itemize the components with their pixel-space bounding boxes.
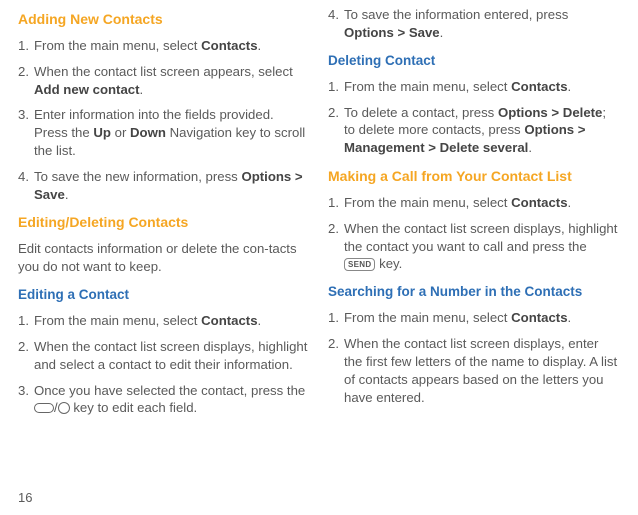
- step-number: 2.: [328, 220, 344, 273]
- page-columns: Adding New Contacts 1. From the main men…: [18, 6, 620, 427]
- list-item: 1. From the main menu, select Contacts.: [328, 309, 618, 327]
- step-number: 1.: [328, 309, 344, 327]
- step-text: When the contact list screen displays, e…: [344, 335, 618, 406]
- list-adding-contacts: 1. From the main menu, select Contacts. …: [18, 37, 308, 204]
- step-text: From the main menu, select Contacts.: [34, 312, 308, 330]
- list-item: 2. To delete a contact, press Options > …: [328, 104, 618, 157]
- step-text: To save the new information, press Optio…: [34, 168, 308, 204]
- list-item: 4. To save the new information, press Op…: [18, 168, 308, 204]
- heading-deleting: Deleting Contact: [328, 52, 618, 70]
- step-number: 2.: [18, 63, 34, 99]
- step-number: 1.: [328, 194, 344, 212]
- step-number: 1.: [18, 37, 34, 55]
- heading-making-call: Making a Call from Your Contact List: [328, 167, 618, 186]
- step-number: 3.: [18, 382, 34, 418]
- step-text: From the main menu, select Contacts.: [344, 78, 618, 96]
- list-editing-contact: 1. From the main menu, select Contacts. …: [18, 312, 308, 417]
- send-key-icon: SEND: [344, 258, 375, 271]
- step-number: 4.: [328, 6, 344, 42]
- ok-key-icon: [58, 402, 70, 414]
- step-number: 2.: [328, 104, 344, 157]
- list-making-call: 1. From the main menu, select Contacts. …: [328, 194, 618, 273]
- softkey-icon: [34, 403, 54, 413]
- edit-delete-intro: Edit contacts information or delete the …: [18, 240, 308, 276]
- page-number: 16: [18, 489, 32, 507]
- step-text: When the contact list screen displays, h…: [344, 220, 618, 273]
- heading-adding-contacts: Adding New Contacts: [18, 10, 308, 29]
- list-item: 1. From the main menu, select Contacts.: [328, 78, 618, 96]
- list-item: 1. From the main menu, select Contacts.: [18, 37, 308, 55]
- step-number: 2.: [18, 338, 34, 374]
- heading-editing: Editing a Contact: [18, 286, 308, 304]
- list-item: 2. When the contact list screen displays…: [328, 335, 618, 406]
- step-text: From the main menu, select Contacts.: [34, 37, 308, 55]
- step-text: From the main menu, select Contacts.: [344, 309, 618, 327]
- list-deleting-contact: 1. From the main menu, select Contacts. …: [328, 78, 618, 157]
- list-item: 2. When the contact list screen displays…: [328, 220, 618, 273]
- step-text: To delete a contact, press Options > Del…: [344, 104, 618, 157]
- step-number: 3.: [18, 106, 34, 159]
- step-number: 1.: [18, 312, 34, 330]
- list-item: 1. From the main menu, select Contacts.: [328, 194, 618, 212]
- column-right: 4. To save the information entered, pres…: [328, 6, 618, 427]
- list-item: 4. To save the information entered, pres…: [328, 6, 618, 42]
- list-item: 3. Enter information into the fields pro…: [18, 106, 308, 159]
- step-text: When the contact list screen displays, h…: [34, 338, 308, 374]
- step-number: 2.: [328, 335, 344, 406]
- list-item: 1. From the main menu, select Contacts.: [18, 312, 308, 330]
- step-text: Enter information into the fields provid…: [34, 106, 308, 159]
- step-text: Once you have selected the contact, pres…: [34, 382, 308, 418]
- list-searching: 1. From the main menu, select Contacts. …: [328, 309, 618, 406]
- list-item: 3. Once you have selected the contact, p…: [18, 382, 308, 418]
- step-number: 4.: [18, 168, 34, 204]
- list-editing-contact-cont: 4. To save the information entered, pres…: [328, 6, 618, 42]
- list-item: 2. When the contact list screen displays…: [18, 338, 308, 374]
- heading-edit-delete: Editing/Deleting Contacts: [18, 213, 308, 232]
- step-text: When the contact list screen appears, se…: [34, 63, 308, 99]
- list-item: 2. When the contact list screen appears,…: [18, 63, 308, 99]
- step-text: From the main menu, select Contacts.: [344, 194, 618, 212]
- column-left: Adding New Contacts 1. From the main men…: [18, 6, 308, 427]
- step-text: To save the information entered, press O…: [344, 6, 618, 42]
- heading-searching: Searching for a Number in the Contacts: [328, 283, 618, 301]
- step-number: 1.: [328, 78, 344, 96]
